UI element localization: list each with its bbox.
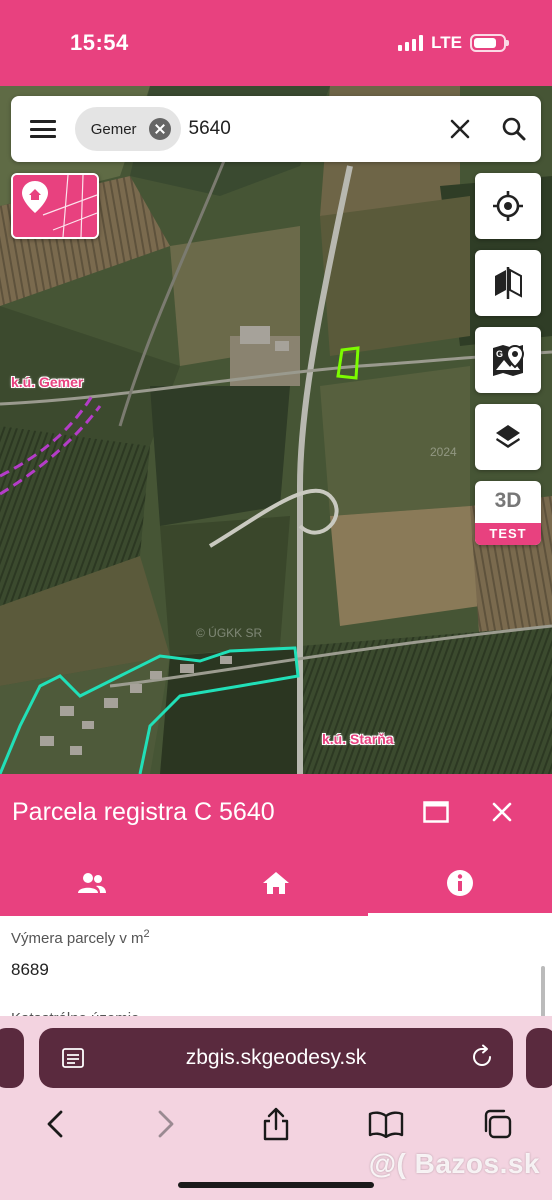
- parcel-details: Výmera parcely v m2 8689 Katastrálne úze…: [0, 916, 552, 1026]
- tab-property[interactable]: [184, 850, 368, 916]
- forward-icon[interactable]: [136, 1094, 196, 1154]
- chip-remove-icon[interactable]: [148, 118, 171, 140]
- maximize-icon[interactable]: [410, 786, 462, 838]
- home-indicator[interactable]: [178, 1182, 374, 1188]
- google-maps-icon: G: [493, 344, 525, 376]
- bookmarks-icon[interactable]: [356, 1094, 416, 1154]
- search-bar: Gemer: [11, 96, 541, 162]
- address-bar[interactable]: zbgis.skgeodesy.sk: [39, 1028, 513, 1088]
- split-view-icon: [495, 267, 522, 299]
- filter-chip: Gemer: [74, 107, 181, 151]
- tab-owners[interactable]: [0, 850, 184, 916]
- clear-search-icon[interactable]: [434, 96, 488, 162]
- network-type: LTE: [431, 33, 462, 52]
- crosshair-icon: [493, 191, 523, 221]
- svg-text:G: G: [496, 349, 503, 359]
- 3d-view-button[interactable]: 3D TEST: [475, 481, 541, 545]
- area-label: Výmera parcely v m2: [11, 928, 150, 947]
- tabs-icon[interactable]: [467, 1094, 527, 1154]
- owners-icon: [78, 873, 106, 893]
- layers-icon: [496, 425, 520, 448]
- map-watermark-source: © ÚGKK SR: [196, 626, 263, 640]
- url-text: zbgis.skgeodesy.sk: [185, 1046, 367, 1069]
- panel-tabs: [0, 850, 552, 916]
- google-maps-button[interactable]: G: [475, 327, 541, 393]
- compare-button[interactable]: [475, 250, 541, 316]
- status-bar: 15:54 LTE: [0, 0, 552, 86]
- home-icon: [263, 872, 289, 894]
- search-icon[interactable]: [487, 96, 541, 162]
- status-time: 15:54: [70, 30, 129, 55]
- info-icon: [447, 870, 473, 896]
- battery-icon: [470, 34, 509, 52]
- next-tab-peek[interactable]: [526, 1028, 552, 1088]
- tab-info[interactable]: [368, 850, 552, 916]
- map-watermark-year: 2024: [430, 445, 457, 459]
- bazos-watermark: @( Bazos.sk: [368, 1148, 540, 1179]
- filter-chip-label: Gemer: [90, 120, 137, 138]
- test-badge: TEST: [475, 523, 541, 545]
- signal-icon: [398, 35, 424, 51]
- back-icon[interactable]: [25, 1094, 85, 1154]
- hamburger-icon[interactable]: [11, 96, 75, 162]
- cadastral-label-starna: k.ú. Starňa: [322, 731, 394, 747]
- parcel-map-icon: [13, 175, 97, 237]
- 3d-label: 3D: [494, 489, 522, 512]
- parcel-panel-header: Parcela registra C 5640: [0, 774, 552, 850]
- search-input[interactable]: [180, 118, 434, 140]
- share-icon[interactable]: [246, 1094, 306, 1154]
- panel-title: Parcela registra C 5640: [12, 798, 275, 826]
- area-value: 8689: [11, 960, 49, 979]
- status-indicators: LTE: [398, 33, 509, 53]
- locate-button[interactable]: [475, 173, 541, 239]
- layers-button[interactable]: [475, 404, 541, 470]
- basemap-thumbnail[interactable]: [11, 173, 99, 239]
- previous-tab-peek[interactable]: [0, 1028, 24, 1088]
- reload-icon[interactable]: [469, 1044, 495, 1075]
- close-panel-icon[interactable]: [476, 786, 528, 838]
- cadastral-label-gemer: k.ú. Gemer: [11, 374, 84, 390]
